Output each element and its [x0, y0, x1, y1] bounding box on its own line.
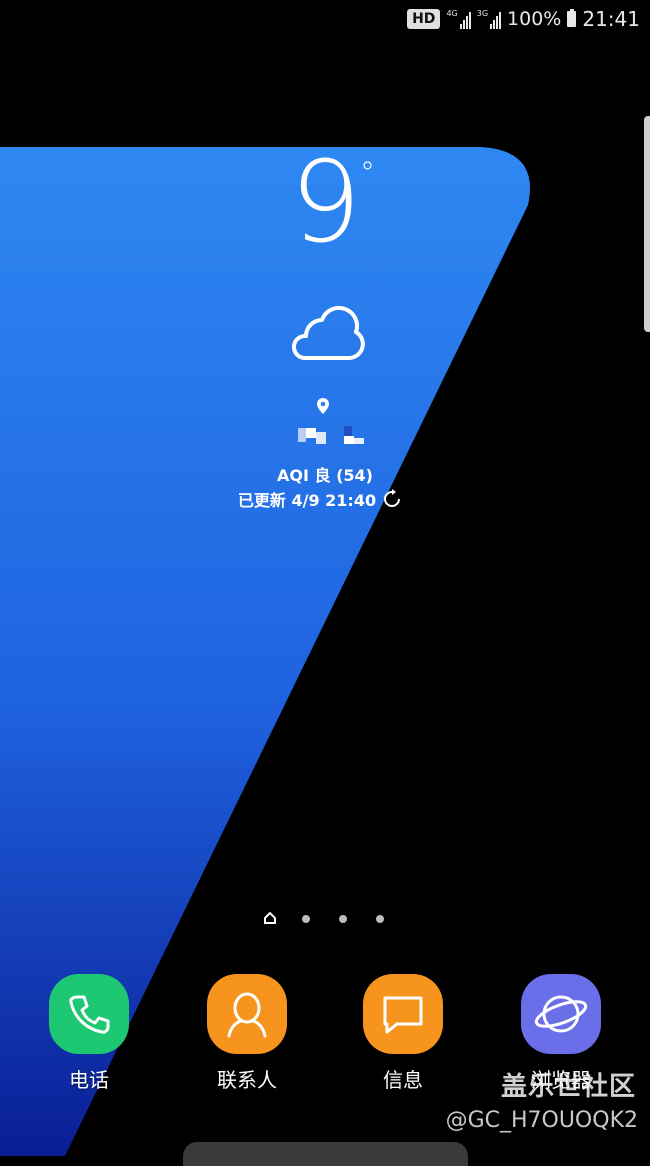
clock: 21:41 [582, 7, 640, 31]
app-phone[interactable]: 电话 [29, 974, 149, 1093]
degree-symbol: ° [360, 156, 375, 191]
browser-icon [521, 974, 601, 1054]
aqi-text: AQI 良 (54) [277, 466, 373, 485]
hd-badge: HD [407, 9, 441, 29]
app-contacts[interactable]: 联系人 [187, 974, 307, 1093]
contact-icon [207, 974, 287, 1054]
signal-4g-icon: 4G [446, 9, 471, 29]
page-indicator[interactable] [0, 910, 650, 928]
location-name-redacted [298, 424, 368, 446]
home-page-indicator-icon[interactable] [263, 911, 277, 925]
page-dot[interactable] [376, 915, 384, 923]
app-label: 信息 [383, 1068, 423, 1092]
refresh-icon[interactable] [382, 489, 402, 509]
temperature: 9 [290, 138, 361, 268]
watermark-user: @GC_H7OUOQK2 [445, 1108, 638, 1133]
app-label: 联系人 [217, 1068, 277, 1092]
cloud-icon [291, 306, 365, 360]
signal-3g-icon: 3G [477, 9, 502, 29]
page-dot[interactable] [339, 915, 347, 923]
battery-percent: 100% [507, 8, 562, 30]
app-label: 电话 [69, 1068, 109, 1092]
navigation-handle[interactable] [183, 1142, 468, 1166]
status-bar: HD 4G 3G 100% 21:41 [0, 0, 650, 38]
watermark-site: 盖乐世社区 [500, 1072, 636, 1102]
battery-icon [567, 9, 577, 27]
app-messages[interactable]: 信息 [343, 974, 463, 1093]
location-pin-icon [317, 398, 329, 414]
weather-widget[interactable]: 9 ° [0, 144, 650, 270]
page-dot[interactable] [302, 915, 310, 923]
phone-icon [49, 974, 129, 1054]
message-icon [363, 974, 443, 1054]
updated-text: 已更新 4/9 21:40 [237, 491, 377, 510]
updated-row: 已更新 4/9 21:40 [0, 487, 640, 511]
